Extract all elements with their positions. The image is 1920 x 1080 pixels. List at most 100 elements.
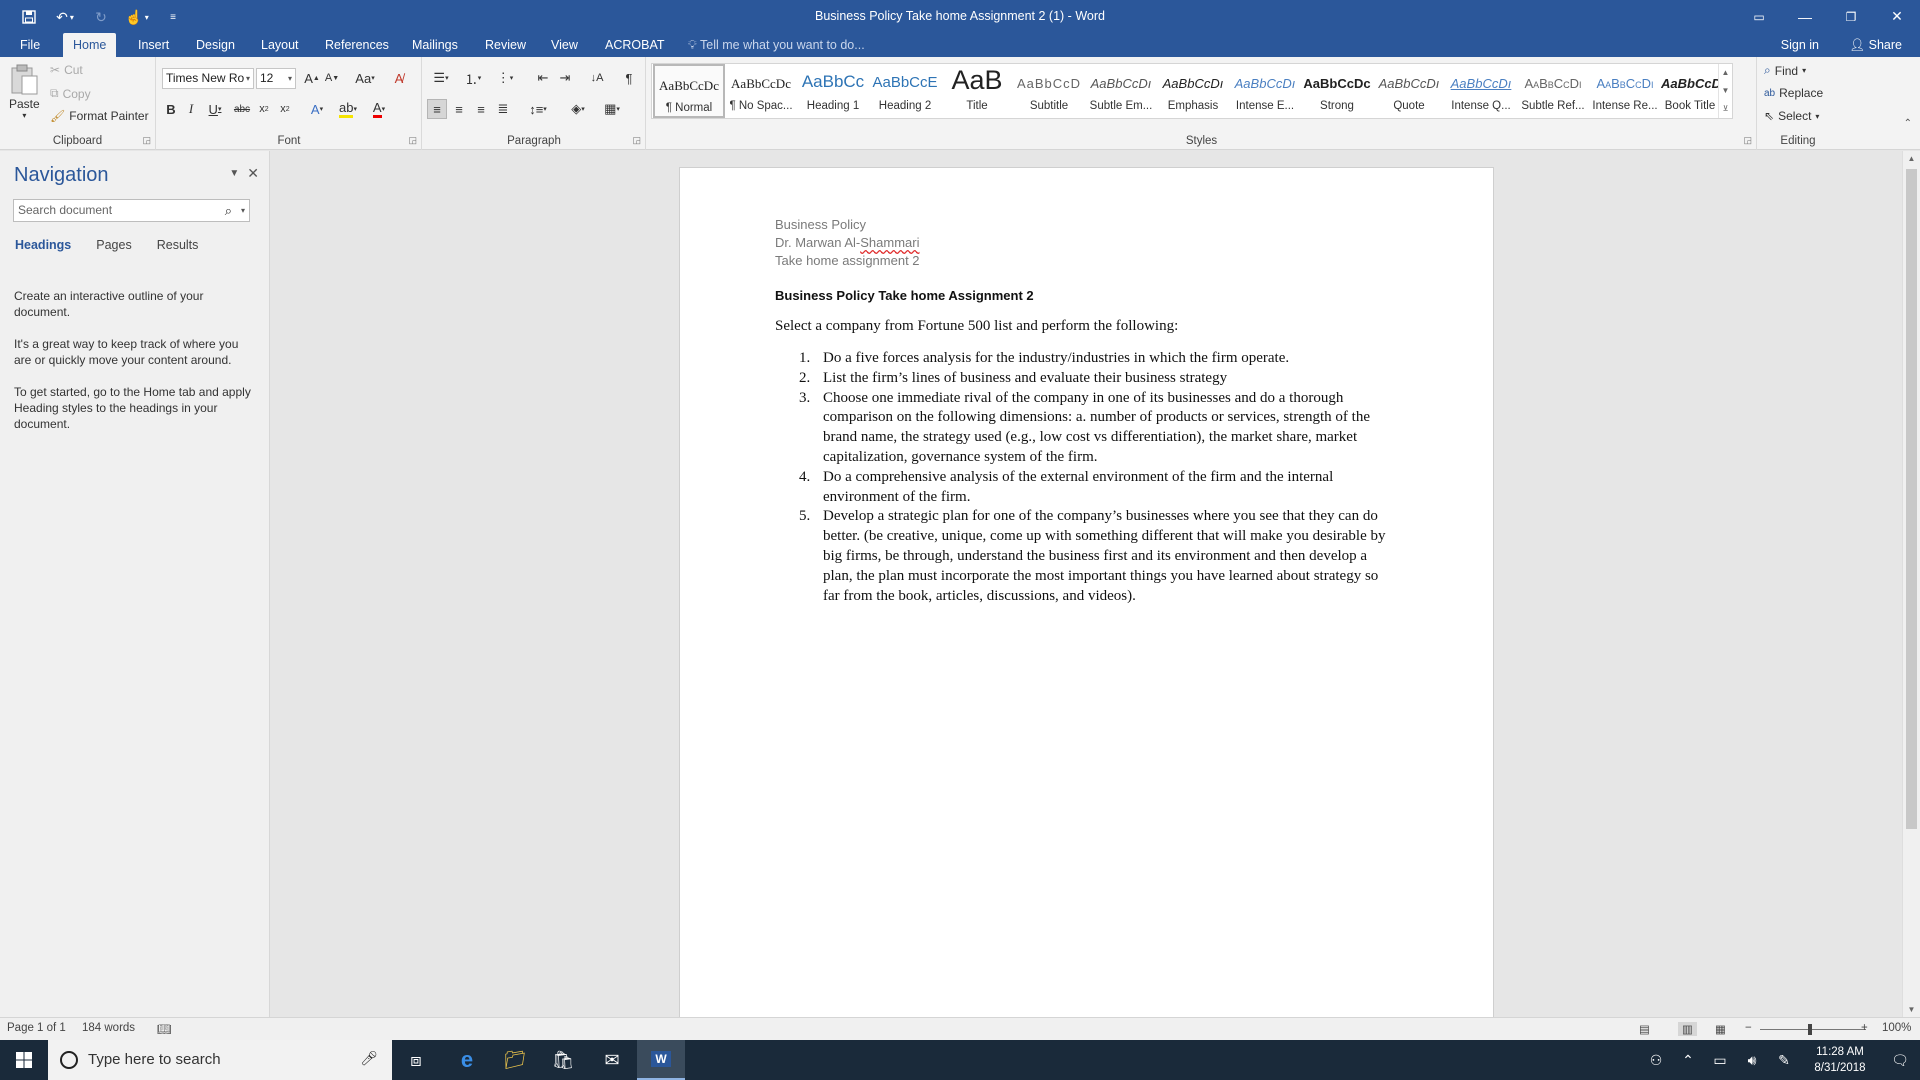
sign-in-link[interactable]: Sign in xyxy=(1781,33,1819,57)
style-subtitle[interactable]: AaBbCcD Subtitle xyxy=(1013,64,1085,118)
close-icon[interactable]: ✕ xyxy=(1874,0,1920,33)
font-launcher-icon[interactable]: ◲ xyxy=(408,135,417,146)
spelling-error[interactable]: Shammari xyxy=(860,235,919,250)
tab-mailings[interactable]: Mailings xyxy=(402,33,468,57)
tab-file[interactable]: File xyxy=(10,33,50,57)
read-mode-icon[interactable]: ▤ xyxy=(1639,1022,1650,1036)
style-subtle-emphasis[interactable]: AaBbCcDı Subtle Em... xyxy=(1085,64,1157,118)
zoom-in-icon[interactable]: + xyxy=(1861,1022,1868,1034)
web-layout-icon[interactable]: ▦ xyxy=(1715,1022,1726,1036)
sort-icon[interactable]: ↓A xyxy=(587,68,607,88)
proofing-icon[interactable]: 📖︎ xyxy=(157,1022,172,1036)
windows-start-icon[interactable] xyxy=(0,1040,48,1080)
volume-icon[interactable]: 🔊︎ xyxy=(1736,1052,1768,1069)
subscript-icon[interactable]: x2 xyxy=(254,99,274,119)
zoom-level[interactable]: 100% xyxy=(1882,1022,1911,1034)
style-normal[interactable]: AaBbCcDc ¶ Normal xyxy=(653,64,725,118)
change-case-icon[interactable]: Aa ▾ xyxy=(351,68,379,88)
tab-references[interactable]: References xyxy=(315,33,399,57)
task-view-icon[interactable]: ⧈ xyxy=(392,1040,440,1080)
shrink-font-icon[interactable]: A ▼ xyxy=(323,68,341,88)
style-heading-1[interactable]: AaBbCc Heading 1 xyxy=(797,64,869,118)
document-page[interactable]: Business Policy Dr. Marwan Al-Shammari T… xyxy=(679,167,1494,1027)
style-quote[interactable]: AaBbCcDı Quote xyxy=(1373,64,1445,118)
zoom-out-icon[interactable]: − xyxy=(1745,1022,1752,1034)
line-spacing-icon[interactable]: ↕≡ ▾ xyxy=(523,99,553,119)
text-effects-icon[interactable]: A ▾ xyxy=(304,99,330,119)
multilevel-list-icon[interactable]: ⋮ ▾ xyxy=(491,68,519,88)
collapse-ribbon-icon[interactable]: ⌃ xyxy=(1904,118,1912,129)
chevron-up-icon[interactable]: ▲ xyxy=(1903,154,1920,163)
font-size-combo[interactable]: 12 ▾ xyxy=(256,68,296,89)
styles-launcher-icon[interactable]: ◲ xyxy=(1743,135,1752,146)
replace-button[interactable]: ab Replace xyxy=(1764,86,1823,100)
chevron-up-icon[interactable]: ▲ xyxy=(1719,64,1732,82)
tab-view[interactable]: View xyxy=(541,33,588,57)
scrollbar-thumb[interactable] xyxy=(1906,169,1917,829)
tab-home[interactable]: Home xyxy=(63,33,117,57)
align-center-icon[interactable]: ≡ xyxy=(449,99,469,119)
nav-tab-pages[interactable]: Pages xyxy=(96,238,131,252)
mail-icon[interactable]: ✉ xyxy=(588,1040,636,1080)
tab-layout[interactable]: Layout xyxy=(251,33,309,57)
people-icon[interactable]: ⚇ xyxy=(1640,1052,1672,1069)
clear-formatting-icon[interactable]: A̸ xyxy=(389,68,409,88)
chevron-down-icon[interactable]: ▼ xyxy=(229,168,239,182)
edge-icon[interactable]: e xyxy=(443,1040,491,1080)
zoom-slider-thumb[interactable] xyxy=(1808,1024,1812,1035)
paragraph-launcher-icon[interactable]: ◲ xyxy=(632,135,641,146)
chevron-down-icon[interactable]: ▼ xyxy=(1719,82,1732,100)
copy-button[interactable]: ⧉ Copy xyxy=(50,86,91,101)
microphone-icon[interactable]: 🎤︎ xyxy=(360,1050,378,1067)
clock[interactable]: 11:28 AM 8/31/2018 xyxy=(1800,1044,1880,1076)
chevron-down-icon[interactable]: ▼ xyxy=(1903,1005,1920,1014)
decrease-indent-icon[interactable]: ⇤ xyxy=(533,68,553,88)
style-strong[interactable]: AaBbCcDc Strong xyxy=(1301,64,1373,118)
close-icon[interactable]: ✕ xyxy=(247,165,259,182)
search-document-input[interactable]: Search document ⌕ ▾ xyxy=(13,199,250,222)
store-icon[interactable]: 🛍︎ xyxy=(539,1040,587,1080)
style-intense-emphasis[interactable]: AaBbCcDı Intense E... xyxy=(1229,64,1301,118)
borders-icon[interactable]: ▦ ▾ xyxy=(597,99,627,119)
vertical-scrollbar[interactable]: ▲ ▼ xyxy=(1902,151,1920,1017)
style-no-spacing[interactable]: AaBbCcDc ¶ No Spac... xyxy=(725,64,797,118)
minimize-icon[interactable]: — xyxy=(1782,0,1828,33)
increase-indent-icon[interactable]: ⇥ xyxy=(555,68,575,88)
taskbar-search-box[interactable]: Type here to search 🎤︎ xyxy=(48,1040,392,1080)
style-subtle-reference[interactable]: AaBbCcDı Subtle Ref... xyxy=(1517,64,1589,118)
chevron-down-icon[interactable]: ▾ xyxy=(241,200,245,221)
bullets-icon[interactable]: ☰ ▾ xyxy=(427,68,455,88)
style-intense-reference[interactable]: AaBbCcDı Intense Re... xyxy=(1589,64,1661,118)
cut-button[interactable]: ✂ Cut xyxy=(50,63,83,77)
font-color-icon[interactable]: A ▾ xyxy=(365,99,393,119)
print-layout-icon[interactable]: ▥ xyxy=(1678,1022,1697,1036)
highlight-icon[interactable]: ab ▾ xyxy=(334,99,362,119)
tab-insert[interactable]: Insert xyxy=(128,33,179,57)
superscript-icon[interactable]: x2 xyxy=(275,99,295,119)
tab-review[interactable]: Review xyxy=(475,33,536,57)
file-explorer-icon[interactable]: 📁︎ xyxy=(491,1040,539,1080)
network-icon[interactable]: ▭ xyxy=(1704,1052,1736,1069)
styles-scroll[interactable]: ▲ ▼ ⊻ xyxy=(1718,64,1732,118)
style-intense-quote[interactable]: AaBbCcDı Intense Q... xyxy=(1445,64,1517,118)
pen-icon[interactable]: ✎ xyxy=(1768,1052,1800,1069)
show-formatting-icon[interactable]: ¶ xyxy=(619,68,639,88)
font-name-combo[interactable]: Times New Ro ▾ xyxy=(162,68,254,89)
more-styles-icon[interactable]: ⊻ xyxy=(1719,100,1732,118)
underline-icon[interactable]: U ▾ xyxy=(202,99,228,119)
word-app-icon[interactable]: W xyxy=(637,1040,685,1080)
tab-acrobat[interactable]: ACROBAT xyxy=(595,33,675,57)
style-title[interactable]: AaB Title xyxy=(941,64,1013,118)
style-heading-2[interactable]: AaBbCcE Heading 2 xyxy=(869,64,941,118)
numbering-icon[interactable]: ⒈ ▾ xyxy=(459,68,487,88)
word-count[interactable]: 184 words xyxy=(82,1022,135,1034)
format-painter-button[interactable]: 🖌︎ Format Painter xyxy=(50,109,149,123)
select-button[interactable]: ⇖ Select ▾ xyxy=(1764,109,1819,123)
find-button[interactable]: ⌕ Find ▾ xyxy=(1764,63,1806,78)
restore-icon[interactable]: ❐ xyxy=(1828,0,1874,33)
bold-icon[interactable]: B xyxy=(162,99,180,119)
search-icon[interactable]: ⌕ xyxy=(225,200,232,221)
tab-design[interactable]: Design xyxy=(186,33,245,57)
paste-button[interactable]: Paste ▾ xyxy=(9,63,40,120)
style-book-title[interactable]: AaBbCcDı Book Title xyxy=(1661,64,1719,118)
